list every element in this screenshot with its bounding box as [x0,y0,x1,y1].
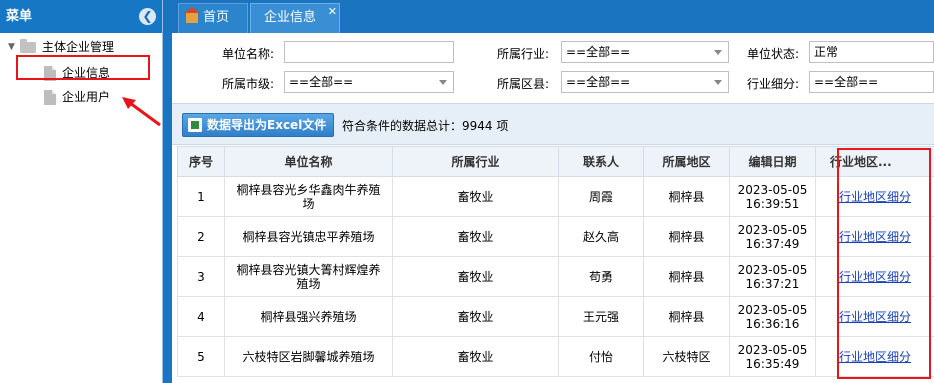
column-header[interactable]: 编辑日期 [729,146,816,177]
status-select[interactable]: 正常 [809,41,934,63]
industry-label: 所属行业: [496,47,549,61]
document-icon [44,90,56,105]
export-button-label: 数据导出为Excel文件 [207,118,327,132]
industry-select-value: ==全部== [566,45,631,59]
tree-node-root[interactable]: ▼ 主体企业管理 [0,37,162,57]
app-root: 菜单 ❮ ▼ 主体企业管理 企业信息 企业用户 首页 企业信息 ✕ 单位名称: … [0,0,934,383]
column-header[interactable]: 所属地区 [643,146,730,177]
cell-date: 2023-05-05 16:37:49 [729,216,816,257]
main-panel: 首页 企业信息 ✕ 单位名称: 所属行业: ==全部== 单位状态: 正常 所属… [172,0,934,383]
county-select-value: ==全部== [566,75,631,89]
annotation-arrow [122,97,161,127]
cell-name: 桐梓县容光镇忠平养殖场 [224,216,393,257]
status-label: 单位状态: [746,47,799,61]
column-header[interactable]: 联系人 [558,146,644,177]
total-count-text: 符合条件的数据总计：9944 项 [342,119,509,133]
tree-root-label: 主体企业管理 [42,40,115,54]
tab-home[interactable]: 首页 [178,3,248,33]
sub-industry-select-value: ==全部== [814,75,879,89]
column-header[interactable]: 序号 [177,146,225,177]
chevron-left-icon[interactable]: ❮ [139,8,156,25]
tab-label: 首页 [203,10,230,25]
highlight-box [16,55,150,80]
cell-region: 桐梓县 [643,216,730,257]
cell-region: 桐梓县 [643,256,730,297]
tab-bar: 首页 企业信息 ✕ [172,0,934,33]
cell-contact: 赵久高 [558,216,644,257]
highlight-box [837,148,931,379]
table-row[interactable]: 5 六枝特区岩脚馨城养殖场 畜牧业 付怡 六枝特区 2023-05-05 16:… [177,336,934,377]
splitter[interactable] [163,0,172,383]
unit-name-input[interactable] [284,41,454,63]
cell-no: 2 [177,216,225,257]
cell-contact: 苟勇 [558,256,644,297]
tab-company-info[interactable]: 企业信息 ✕ [250,3,340,33]
toolbar: 数据导出为Excel文件 符合条件的数据总计：9944 项 [172,103,934,145]
county-select[interactable]: ==全部== [561,71,729,93]
unit-name-label: 单位名称: [221,47,274,61]
cell-name: 桐梓县强兴养殖场 [224,296,393,337]
cell-industry: 畜牧业 [392,296,559,337]
cell-contact: 付怡 [558,336,644,377]
expand-triangle-icon[interactable]: ▼ [8,37,15,57]
table-header-row: 序号 单位名称 所属行业 联系人 所属地区 编辑日期 行业地区... [177,146,934,177]
sidebar-title: 菜单 [6,9,33,24]
cell-region: 桐梓县 [643,296,730,337]
cell-date: 2023-05-05 16:36:16 [729,296,816,337]
cell-name: 桐梓县容光镇大箐村辉煌养殖场 [224,256,393,297]
cell-name: 桐梓县容光乡华鑫肉牛养殖场 [224,176,393,217]
close-icon[interactable]: ✕ [328,0,337,26]
cell-industry: 畜牧业 [392,336,559,377]
sidebar: 菜单 ❮ ▼ 主体企业管理 企业信息 企业用户 [0,0,163,383]
data-table: 序号 单位名称 所属行业 联系人 所属地区 编辑日期 行业地区... 1 桐梓县… [177,146,934,377]
table-row[interactable]: 4 桐梓县强兴养殖场 畜牧业 王元强 桐梓县 2023-05-05 16:36:… [177,296,934,337]
column-header[interactable]: 所属行业 [392,146,559,177]
cell-industry: 畜牧业 [392,216,559,257]
cell-no: 1 [177,176,225,217]
city-label: 所属市级: [221,77,274,91]
county-label: 所属区县: [496,77,549,91]
cell-contact: 周霞 [558,176,644,217]
chevron-down-icon [439,80,447,85]
search-form: 单位名称: 所属行业: ==全部== 单位状态: 正常 所属市级: ==全部==… [172,33,934,103]
cell-date: 2023-05-05 16:37:21 [729,256,816,297]
table-row[interactable]: 3 桐梓县容光镇大箐村辉煌养殖场 畜牧业 苟勇 桐梓县 2023-05-05 1… [177,256,934,297]
sub-industry-select[interactable]: ==全部== [809,71,934,93]
home-icon [184,7,200,23]
cell-industry: 畜牧业 [392,256,559,297]
export-excel-button[interactable]: 数据导出为Excel文件 [182,113,334,137]
industry-select[interactable]: ==全部== [561,41,729,63]
cell-contact: 王元强 [558,296,644,337]
cell-date: 2023-05-05 16:35:49 [729,336,816,377]
tab-label: 企业信息 [264,10,317,25]
city-select[interactable]: ==全部== [284,71,454,93]
folder-icon [20,39,36,53]
cell-no: 4 [177,296,225,337]
sidebar-header: 菜单 ❮ [0,0,162,33]
sidebar-item-label: 企业用户 [62,90,111,104]
cell-region: 六枝特区 [643,336,730,377]
cell-date: 2023-05-05 16:39:51 [729,176,816,217]
excel-icon [188,118,202,132]
cell-industry: 畜牧业 [392,176,559,217]
status-select-value: 正常 [814,45,839,59]
table-row[interactable]: 2 桐梓县容光镇忠平养殖场 畜牧业 赵久高 桐梓县 2023-05-05 16:… [177,216,934,257]
column-header[interactable]: 单位名称 [224,146,393,177]
city-select-value: ==全部== [289,75,354,89]
cell-no: 5 [177,336,225,377]
sub-industry-label: 行业细分: [746,77,799,91]
cell-no: 3 [177,256,225,297]
table-row[interactable]: 1 桐梓县容光乡华鑫肉牛养殖场 畜牧业 周霞 桐梓县 2023-05-05 16… [177,176,934,217]
cell-name: 六枝特区岩脚馨城养殖场 [224,336,393,377]
cell-region: 桐梓县 [643,176,730,217]
